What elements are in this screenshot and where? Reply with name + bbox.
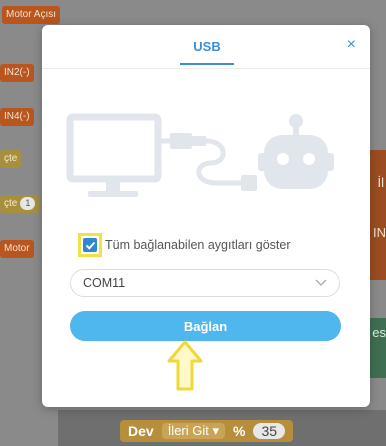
bg-block-motor-angle: Motor Açısı xyxy=(2,6,61,24)
connect-dialog: USB × Tüm bağlanabilen aygıtları göster … xyxy=(42,25,370,407)
bg-bottom-dropdown: İleri Git ▾ xyxy=(161,423,225,439)
port-select-value: COM11 xyxy=(83,276,126,290)
bg-block-label: IN4(-) xyxy=(4,111,30,122)
bg-block-label: Motor Açısı xyxy=(6,9,57,20)
bg-bottom-prefix: Dev xyxy=(128,423,154,439)
bg-block-label: Motor xyxy=(4,243,30,254)
check-icon xyxy=(85,241,95,250)
bg-block-label: IN2(-) xyxy=(4,67,30,78)
bg-right-letter: es xyxy=(372,325,386,340)
header-divider xyxy=(42,68,370,69)
bg-block-label: çte xyxy=(4,153,18,164)
bg-block-in4: IN4(-) xyxy=(0,108,34,126)
bg-bottom-block: Dev İleri Git ▾ % 35 xyxy=(120,420,294,442)
bg-bottom-dropdown-label: İleri Git xyxy=(167,423,209,438)
up-arrow-icon xyxy=(167,340,203,391)
connect-button[interactable]: Bağlan xyxy=(70,311,341,341)
bg-block-motor: Motor xyxy=(0,240,34,258)
bg-block-cte-1: çte xyxy=(0,150,22,168)
bg-right-letter: IN xyxy=(373,225,386,240)
bg-right-block xyxy=(370,150,386,280)
bg-bottom-value: 35 xyxy=(253,423,286,439)
show-all-devices-label: Tüm bağlanabilen aygıtları göster xyxy=(105,238,291,252)
usb-connection-illustration xyxy=(66,113,334,197)
bg-block-label: çte xyxy=(4,198,18,209)
bg-block-pill: 1 xyxy=(20,197,36,210)
tab-usb[interactable]: USB xyxy=(180,39,234,65)
close-icon[interactable]: × xyxy=(347,37,356,53)
show-all-devices-checkbox[interactable] xyxy=(83,238,97,252)
bg-right-letter: İl xyxy=(377,175,385,190)
bg-block-cte-2: çte 1 xyxy=(0,195,40,213)
usb-cable-icon xyxy=(156,133,257,191)
chevron-down-icon xyxy=(315,279,327,286)
checkbox-highlight xyxy=(78,233,102,257)
computer-monitor-icon xyxy=(66,113,162,197)
show-all-devices-row: Tüm bağlanabilen aygıtları göster xyxy=(78,233,291,257)
bg-block-in2: IN2(-) xyxy=(0,64,34,82)
port-select[interactable]: COM11 xyxy=(70,269,340,297)
bg-bottom-unit: % xyxy=(233,423,246,439)
robot-head-icon xyxy=(258,114,334,189)
